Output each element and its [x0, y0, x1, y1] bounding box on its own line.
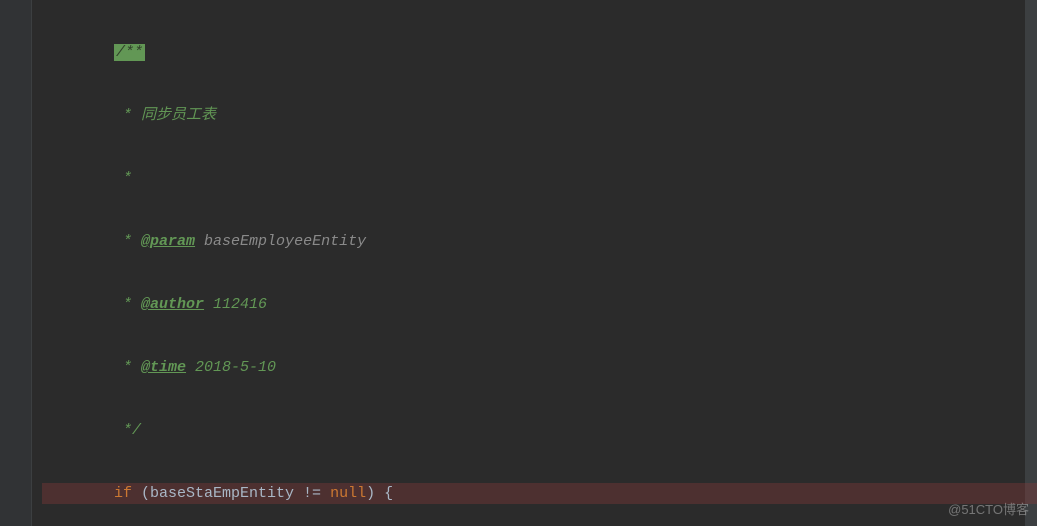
code-line: * 同步员工表	[42, 105, 1037, 126]
code-line: * @param baseEmployeeEntity	[42, 231, 1037, 252]
indent	[42, 296, 114, 313]
code-line: * @author 112416	[42, 294, 1037, 315]
indent	[42, 170, 114, 187]
javadoc-empty: *	[114, 170, 132, 187]
javadoc-prefix: *	[114, 359, 141, 376]
javadoc-summary: 同步员工表	[141, 107, 216, 124]
javadoc-prefix: *	[114, 296, 141, 313]
code-line: */	[42, 420, 1037, 441]
javadoc-param-tag: @param	[141, 233, 195, 250]
code-editor-viewport[interactable]: /** * 同步员工表 * * @param baseEmployeeEntit…	[32, 0, 1037, 526]
javadoc-prefix: *	[114, 107, 141, 124]
code-text: (baseStaEmpEntity !=	[132, 485, 330, 502]
code-line: /**	[42, 42, 1037, 63]
javadoc-author-val: 112416	[204, 296, 267, 313]
code-line: * @time 2018-5-10	[42, 357, 1037, 378]
keyword-if: if	[114, 485, 132, 502]
javadoc-param-name: baseEmployeeEntity	[195, 233, 366, 250]
javadoc-time-tag: @time	[141, 359, 186, 376]
keyword-null: null	[330, 485, 366, 502]
indent	[42, 44, 114, 61]
javadoc-open: /**	[114, 44, 145, 61]
code-line: *	[42, 168, 1037, 189]
javadoc-prefix: *	[114, 233, 141, 250]
watermark: @51CTO博客	[948, 499, 1029, 520]
indent	[42, 233, 114, 250]
javadoc-close: */	[114, 422, 141, 439]
code-line: if (baseStaEmpEntity != null) {	[42, 483, 1037, 504]
indent	[42, 485, 114, 502]
javadoc-author-tag: @author	[141, 296, 204, 313]
indent	[42, 359, 114, 376]
indent	[42, 422, 114, 439]
editor-gutter	[0, 0, 32, 526]
javadoc-time-val: 2018-5-10	[186, 359, 276, 376]
indent	[42, 107, 114, 124]
code-text: ) {	[366, 485, 393, 502]
